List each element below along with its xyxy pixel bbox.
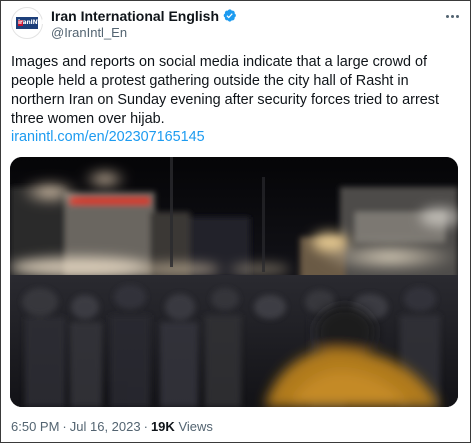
author-block: Iran International English @IranIntl_En bbox=[51, 7, 237, 40]
tweet-link[interactable]: iranintl.com/en/202307165145 bbox=[11, 128, 205, 147]
tweet-text: Images and reports on social media indic… bbox=[11, 54, 439, 127]
meta-separator: · bbox=[62, 419, 67, 434]
dot bbox=[445, 14, 449, 18]
tweet-time[interactable]: 6:50 PM bbox=[11, 419, 59, 434]
views-label: Views bbox=[178, 419, 213, 434]
video-media[interactable] bbox=[10, 157, 458, 407]
meta-separator: · bbox=[143, 419, 148, 434]
dot bbox=[455, 14, 459, 18]
dot bbox=[450, 14, 454, 18]
tweet-card[interactable]: iranINTL Iran International English @Ira… bbox=[0, 0, 471, 443]
tweet-date[interactable]: Jul 16, 2023 bbox=[70, 419, 141, 434]
views-count: 19K bbox=[150, 419, 175, 434]
tweet-meta: 6:50 PM · Jul 16, 2023 · 19K Views bbox=[11, 419, 213, 434]
avatar-logo: iranINTL bbox=[16, 17, 45, 29]
author-name-row: Iran International English bbox=[51, 7, 237, 24]
verified-badge-icon bbox=[223, 9, 236, 22]
display-name[interactable]: Iran International English bbox=[51, 8, 219, 24]
avatar[interactable]: iranINTL bbox=[11, 7, 45, 39]
video-frame bbox=[10, 157, 458, 407]
handle[interactable]: @IranIntl_En bbox=[51, 25, 237, 40]
more-options-icon[interactable] bbox=[441, 9, 463, 23]
tweet-header: iranINTL Iran International English @Ira… bbox=[11, 7, 463, 40]
